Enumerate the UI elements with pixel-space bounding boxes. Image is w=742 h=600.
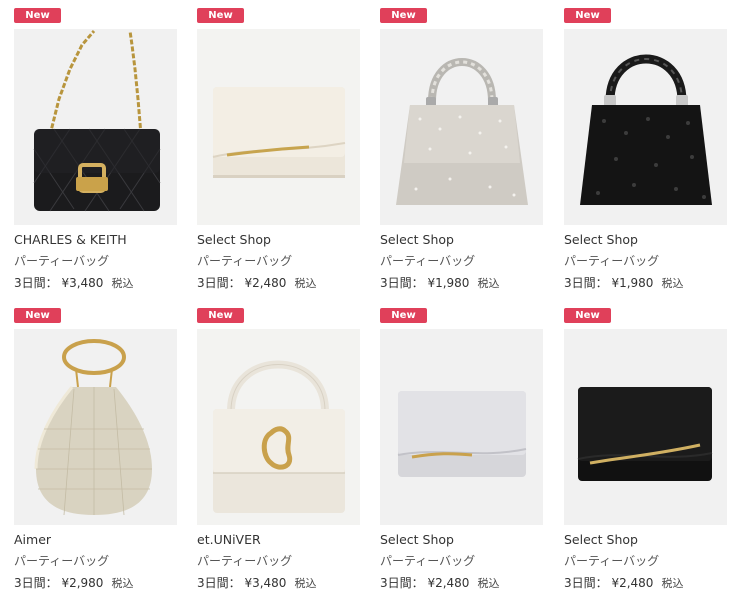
product-image[interactable] — [197, 29, 360, 225]
tax-label: 税込 — [477, 277, 500, 290]
new-badge: New — [14, 8, 61, 23]
product-price: 3日間： ¥2,480 税込 — [197, 274, 316, 291]
product-card[interactable]: New Select Shop パーティーバッグ 3日間： ¥2,480 税込 — [564, 308, 734, 600]
black-velvet-clutch-image — [577, 387, 713, 481]
product-image[interactable] — [380, 329, 543, 525]
product-image[interactable] — [380, 29, 543, 225]
black-quilted-bag-image — [33, 30, 161, 212]
price-value: 3日間： ¥3,480 — [14, 276, 104, 290]
tax-label: 税込 — [661, 577, 684, 590]
product-card[interactable]: New CHARLES & KEITH パーティーバッグ 3日間： ¥3,480… — [14, 8, 184, 300]
product-category: パーティーバッグ — [380, 554, 476, 568]
silver-satin-clutch-image — [397, 391, 527, 477]
product-grid: New CHARLES & KEITH パーティーバッグ 3日間： ¥3,480… — [0, 0, 742, 600]
price-value: 3日間： ¥2,480 — [380, 576, 470, 590]
new-badge: New — [564, 308, 611, 323]
black-crystal-handbag-image — [580, 54, 712, 205]
new-badge: New — [197, 8, 244, 23]
price-value: 3日間： ¥1,980 — [380, 276, 470, 290]
new-badge: New — [380, 8, 427, 23]
price-value: 3日間： ¥3,480 — [197, 576, 287, 590]
product-price: 3日間： ¥2,480 税込 — [564, 574, 683, 591]
product-category: パーティーバッグ — [14, 254, 110, 268]
product-category: パーティーバッグ — [380, 254, 476, 268]
tax-label: 税込 — [111, 277, 134, 290]
product-category: パーティーバッグ — [564, 554, 660, 568]
product-image[interactable] — [564, 29, 727, 225]
product-card[interactable]: New et.UNiVER パーティーバッグ 3日間： ¥3,480 税込 — [197, 308, 367, 600]
gold-mesh-pouch-image — [34, 339, 152, 516]
product-brand: et.UNiVER — [197, 532, 261, 547]
product-price: 3日間： ¥2,480 税込 — [380, 574, 499, 591]
new-badge: New — [380, 308, 427, 323]
product-price: 3日間： ¥1,980 税込 — [564, 274, 683, 291]
tax-label: 税込 — [661, 277, 684, 290]
product-brand: Select Shop — [564, 532, 638, 547]
tax-label: 税込 — [294, 277, 317, 290]
tax-label: 税込 — [111, 577, 134, 590]
product-brand: Aimer — [14, 532, 52, 547]
silver-crystal-handbag-image — [396, 58, 528, 205]
product-brand: Select Shop — [380, 532, 454, 547]
product-card[interactable]: New Select Shop パーティーバッグ 3日間： ¥2,480 税込 — [197, 8, 367, 300]
product-price: 3日間： ¥2,980 税込 — [14, 574, 133, 591]
product-category: パーティーバッグ — [14, 554, 110, 568]
ivory-clutch-image — [212, 87, 346, 178]
product-card[interactable]: New Select Shop パーティーバッグ 3日間： ¥2,480 税込 — [380, 308, 550, 600]
product-price: 3日間： ¥1,980 税込 — [380, 274, 499, 291]
product-brand: CHARLES & KEITH — [14, 232, 127, 247]
product-brand: Select Shop — [564, 232, 638, 247]
product-card[interactable]: New Select Shop パーティーバッグ 3日間： ¥1,980 税込 — [380, 8, 550, 300]
product-price: 3日間： ¥3,480 税込 — [197, 574, 316, 591]
price-value: 3日間： ¥1,980 — [564, 276, 654, 290]
price-value: 3日間： ¥2,480 — [564, 576, 654, 590]
product-image[interactable] — [14, 329, 177, 525]
ivory-buckle-bag-image — [213, 360, 345, 513]
product-brand: Select Shop — [197, 232, 271, 247]
new-badge: New — [14, 308, 61, 323]
product-image[interactable] — [197, 329, 360, 525]
product-price: 3日間： ¥3,480 税込 — [14, 274, 133, 291]
price-value: 3日間： ¥2,480 — [197, 276, 287, 290]
product-category: パーティーバッグ — [564, 254, 660, 268]
new-badge: New — [564, 8, 611, 23]
product-category: パーティーバッグ — [197, 554, 293, 568]
product-category: パーティーバッグ — [197, 254, 293, 268]
tax-label: 税込 — [294, 577, 317, 590]
tax-label: 税込 — [477, 577, 500, 590]
product-image[interactable] — [14, 29, 177, 225]
new-badge: New — [197, 308, 244, 323]
price-value: 3日間： ¥2,980 — [14, 576, 104, 590]
product-card[interactable]: New Select Shop パーティーバッグ 3日間： ¥1,980 税込 — [564, 8, 734, 300]
product-image[interactable] — [564, 329, 727, 525]
product-card[interactable]: New Aimer パーティーバッグ 3日間： ¥2,980 税込 — [14, 308, 184, 600]
product-brand: Select Shop — [380, 232, 454, 247]
